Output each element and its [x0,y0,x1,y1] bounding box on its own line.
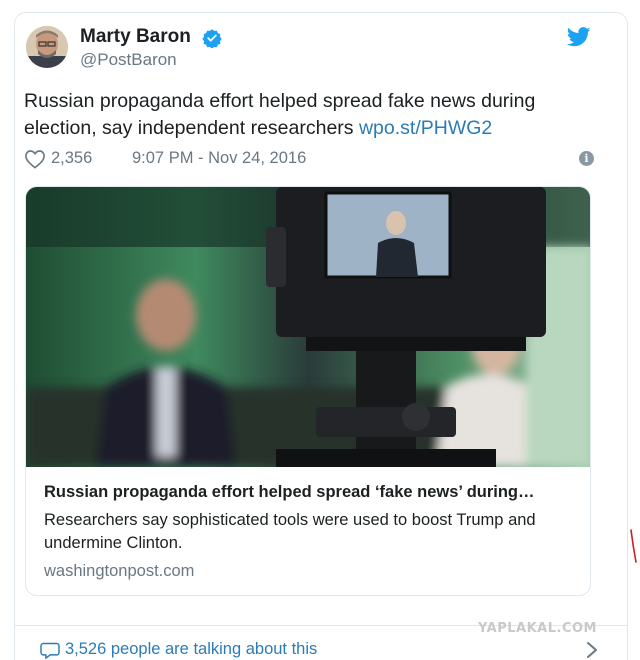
verified-badge-icon [202,29,222,48]
tweet-link[interactable]: wpo.st/PHWG2 [359,117,492,139]
comment-bubble-icon [40,642,60,659]
avatar-photo [26,26,68,68]
info-icon[interactable]: i [579,151,594,166]
card-domain[interactable]: washingtonpost.com [44,562,194,581]
link-card[interactable]: Russian propaganda effort helped spread … [25,186,591,596]
card-image [26,187,590,467]
card-description: Researchers say sophisticated tools were… [44,511,536,552]
card-title[interactable]: Russian propaganda effort helped spread … [44,483,574,502]
author-handle[interactable]: @PostBaron [80,50,177,70]
timestamp[interactable]: 9:07 PM - Nov 24, 2016 [132,149,306,168]
watermark: YAPLAKAL.COM [478,621,597,636]
red-pen-mark [630,529,637,563]
like-count[interactable]: 2,356 [51,149,92,168]
card-photo [26,187,590,467]
tweet-text: Russian propaganda effort helped spread … [24,88,584,142]
author-name[interactable]: Marty Baron [80,26,191,48]
avatar[interactable] [26,26,68,68]
talking-text[interactable]: 3,526 people are talking about this [65,640,317,659]
tweet-meta: 2,356 9:07 PM - Nov 24, 2016 i [24,148,594,170]
twitter-bird-icon[interactable] [567,26,591,48]
heart-icon[interactable] [24,149,46,169]
chevron-right-icon[interactable] [586,641,598,659]
